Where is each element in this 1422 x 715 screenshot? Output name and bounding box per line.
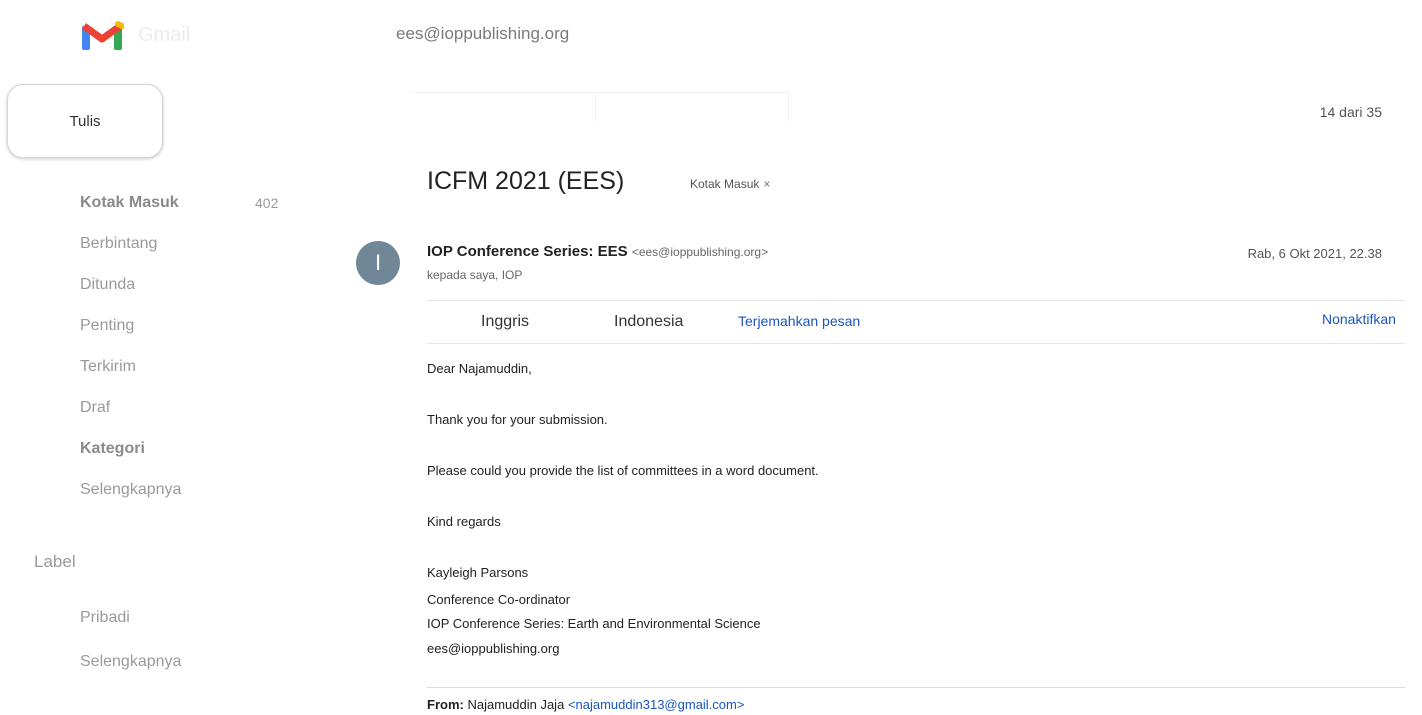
toolbar-separator	[595, 92, 596, 122]
sidebar-item-important[interactable]: Penting	[0, 305, 320, 346]
from-label: From:	[427, 697, 464, 712]
quoted-from-line: From: Najamuddin Jaja <najamuddin313@gma…	[427, 697, 744, 712]
sidebar-item-label: Pribadi	[80, 609, 130, 626]
translate-bar-divider	[427, 300, 1405, 301]
gmail-logo-icon[interactable]	[80, 20, 125, 52]
avatar[interactable]: I	[356, 241, 400, 285]
from-name: Najamuddin Jaja	[467, 697, 565, 712]
signature-title: Conference Co-ordinator	[427, 592, 571, 607]
body-closing: Kind regards	[427, 514, 501, 529]
translate-bar-divider	[427, 343, 1405, 344]
translate-message-link[interactable]: Terjemahkan pesan	[738, 313, 860, 329]
sidebar-nav: Kotak Masuk 402 Berbintang Ditunda Penti…	[0, 182, 320, 510]
disable-translation-link[interactable]: Nonaktifkan	[1322, 311, 1396, 327]
message-counter: 14 dari 35	[1319, 104, 1382, 120]
from-email-link[interactable]: <najamuddin313@gmail.com>	[568, 697, 745, 712]
sender: IOP Conference Series: EES <ees@ioppubli…	[427, 243, 768, 260]
quoted-divider	[427, 687, 1405, 688]
search-query[interactable]: ees@ioppublishing.org	[396, 24, 569, 44]
signature-email: ees@ioppublishing.org	[427, 641, 560, 656]
compose-button[interactable]: Tulis	[7, 84, 163, 158]
sidebar-item-snoozed[interactable]: Ditunda	[0, 264, 320, 305]
labels-list: Pribadi Selengkapnya	[0, 596, 320, 684]
sidebar-item-inbox[interactable]: Kotak Masuk 402	[0, 182, 320, 223]
sidebar-item-label: Selengkapnya	[80, 480, 182, 498]
message-date: Rab, 6 Okt 2021, 22.38	[1247, 246, 1382, 261]
body-greeting: Dear Najamuddin,	[427, 361, 532, 376]
close-icon[interactable]: ×	[763, 177, 770, 191]
label-chip-text: Kotak Masuk	[690, 177, 760, 191]
body-paragraph: Please could you provide the list of com…	[427, 463, 819, 478]
toolbar-divider	[410, 92, 790, 93]
app-name: Gmail	[138, 24, 191, 46]
sidebar-item-more[interactable]: Selengkapnya	[0, 469, 320, 510]
signature-org: IOP Conference Series: Earth and Environ…	[427, 616, 761, 631]
sidebar-item-label-personal[interactable]: Pribadi	[0, 596, 320, 640]
sidebar-item-label: Kotak Masuk	[80, 193, 179, 211]
sidebar-item-drafts[interactable]: Draf	[0, 387, 320, 428]
target-language[interactable]: Indonesia	[614, 313, 683, 331]
source-language[interactable]: Inggris	[481, 313, 529, 331]
toolbar-separator	[788, 92, 789, 122]
body-paragraph: Thank you for your submission.	[427, 412, 608, 427]
sender-name: IOP Conference Series: EES	[427, 243, 628, 260]
inbox-label-chip[interactable]: Kotak Masuk ×	[690, 177, 770, 191]
sidebar-item-starred[interactable]: Berbintang	[0, 223, 320, 264]
sidebar-item-label: Berbintang	[80, 234, 158, 252]
sidebar-item-label: Ditunda	[80, 275, 136, 293]
sidebar-item-label: Terkirim	[80, 357, 136, 375]
sender-email: <ees@ioppublishing.org>	[631, 245, 769, 259]
compose-label: Tulis	[69, 112, 101, 130]
avatar-letter: I	[374, 250, 382, 275]
recipients[interactable]: kepada saya, IOP	[427, 268, 522, 282]
sidebar-item-categories[interactable]: Kategori	[0, 428, 320, 469]
signature-name: Kayleigh Parsons	[427, 565, 529, 580]
sidebar-item-label: Penting	[80, 316, 135, 334]
sidebar-item-sent[interactable]: Terkirim	[0, 346, 320, 387]
sidebar-item-labels-more[interactable]: Selengkapnya	[0, 640, 320, 684]
labels-heading: Label	[34, 552, 76, 571]
message-subject: ICFM 2021 (EES)	[427, 167, 625, 195]
sidebar-item-label: Selengkapnya	[80, 653, 182, 670]
inbox-count: 402	[255, 194, 279, 211]
sidebar-item-label: Kategori	[80, 439, 145, 457]
sidebar-item-label: Draf	[80, 398, 111, 416]
